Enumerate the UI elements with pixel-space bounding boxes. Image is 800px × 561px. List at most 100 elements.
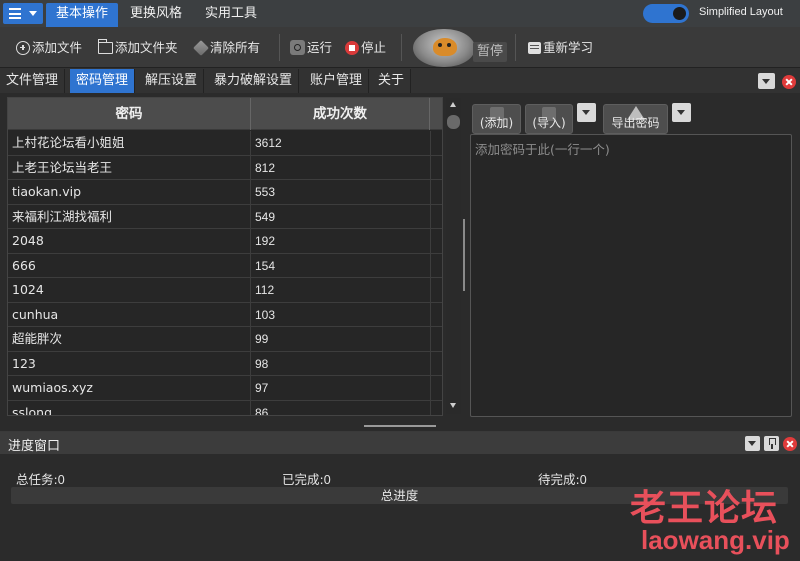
- progress-panel-title: 进度窗口: [8, 439, 61, 454]
- password-cell: 上老王论坛当老王: [12, 159, 113, 175]
- add-file-button[interactable]: 添加文件: [16, 37, 82, 58]
- stop-icon: [345, 40, 359, 55]
- book-icon: [528, 41, 541, 54]
- password-cell: sslong: [12, 404, 53, 416]
- password-cell: 超能胖次: [12, 331, 63, 346]
- menu-tab-style[interactable]: 更换风格: [120, 3, 192, 27]
- stop-label: 停止: [361, 40, 387, 55]
- password-cell: 123: [12, 355, 36, 371]
- import-button[interactable]: (导入): [525, 104, 573, 134]
- table-row[interactable]: 2048 192: [8, 229, 442, 254]
- hamster-mascot-icon: [413, 29, 475, 67]
- table-row[interactable]: 123 98: [8, 351, 442, 376]
- splitter-grip[interactable]: [364, 425, 436, 427]
- table-row[interactable]: 1024 112: [8, 278, 442, 303]
- success-count-cell: 3612: [255, 136, 282, 150]
- clear-all-button[interactable]: 清除所有: [193, 37, 261, 58]
- table-row[interactable]: wumiaos.xyz 97: [8, 376, 442, 401]
- pending-label: 待完成:: [538, 472, 580, 487]
- pending-stat: 待完成:0: [538, 469, 587, 488]
- export-password-button[interactable]: 导出密码: [603, 104, 668, 134]
- pause-button[interactable]: 暂停: [413, 29, 507, 67]
- success-count-cell: 154: [255, 258, 276, 273]
- relearn-button[interactable]: 重新学习: [528, 37, 593, 58]
- horizontal-splitter[interactable]: [0, 421, 800, 431]
- scroll-down-icon[interactable]: [450, 403, 456, 408]
- tab-account-management[interactable]: 账户管理: [304, 69, 370, 93]
- success-count-cell: 99: [255, 332, 269, 346]
- simplified-layout-toggle[interactable]: [643, 4, 689, 23]
- add-circle-icon: [16, 40, 30, 55]
- password-cell: 1024: [12, 282, 44, 297]
- add-folder-label: 添加文件夹: [115, 40, 178, 55]
- add-password-label: (添加): [479, 116, 514, 130]
- success-count-cell: 192: [255, 234, 276, 248]
- run-label: 运行: [307, 40, 333, 55]
- password-cell: tiaokan.vip: [12, 184, 82, 199]
- menu-tab-tools[interactable]: 实用工具: [195, 3, 267, 27]
- pending-value: 0: [579, 473, 587, 487]
- add-folder-button[interactable]: 添加文件夹: [98, 37, 178, 58]
- table-row[interactable]: tiaokan.vip 553: [8, 180, 442, 205]
- add-password-button[interactable]: (添加): [472, 104, 521, 134]
- simplified-layout-label: Simplified Layout: [699, 6, 783, 18]
- import-label: (导入): [532, 116, 566, 130]
- run-button[interactable]: 运行: [290, 37, 332, 58]
- menu-tab-basic[interactable]: 基本操作: [46, 3, 119, 27]
- scroll-up-icon[interactable]: [450, 102, 456, 107]
- tab-about[interactable]: 关于: [372, 69, 412, 93]
- tab-extract-settings[interactable]: 解压设置: [139, 69, 205, 93]
- chevron-down-icon: [29, 11, 37, 16]
- completed-value: 0: [323, 473, 331, 487]
- panel-close-icon[interactable]: [783, 437, 797, 451]
- tab-brute-force-settings[interactable]: 暴力破解设置: [208, 69, 300, 93]
- relearn-label: 重新学习: [543, 40, 594, 55]
- password-management-panel: 密码 成功次数 上村花论坛看小姐姐 3612 上老王论坛当老王 812 tiaokan.…: [0, 93, 800, 421]
- add-file-label: 添加文件: [32, 40, 83, 55]
- tab-file-management[interactable]: 文件管理: [0, 69, 66, 93]
- table-row[interactable]: 上村花论坛看小姐姐 3612: [8, 131, 442, 156]
- column-header-success-count[interactable]: 成功次数: [251, 98, 430, 130]
- password-cell: 666: [12, 257, 36, 273]
- table-row[interactable]: 上老王论坛当老王 812: [8, 155, 442, 180]
- clear-all-label: 清除所有: [210, 40, 261, 55]
- pin-icon[interactable]: [764, 436, 779, 451]
- total-tasks-value: 0: [57, 473, 65, 487]
- success-count-cell: 103: [255, 307, 276, 322]
- toolbar-divider: [279, 34, 280, 61]
- table-row[interactable]: cunhua 103: [8, 302, 442, 327]
- table-header: 密码 成功次数: [8, 98, 442, 130]
- tab-password-management[interactable]: 密码管理: [70, 69, 136, 93]
- password-input-placeholder: 添加密码于此(一行一个): [475, 142, 610, 157]
- app-menu-button[interactable]: [3, 3, 43, 24]
- table-row[interactable]: 666 154: [8, 253, 442, 278]
- password-cell: 2048: [12, 233, 44, 248]
- vertical-splitter[interactable]: [463, 219, 465, 291]
- success-count-cell: 812: [255, 160, 276, 175]
- export-dropdown-icon[interactable]: [672, 103, 691, 122]
- panel-dropdown-icon[interactable]: [745, 436, 760, 451]
- table-row[interactable]: 超能胖次 99: [8, 327, 442, 352]
- password-cell: cunhua: [12, 306, 59, 322]
- stop-button[interactable]: 停止: [345, 37, 386, 58]
- password-input-area[interactable]: 添加密码于此(一行一个): [470, 134, 792, 417]
- pause-label: 暂停: [473, 42, 507, 62]
- column-header-password[interactable]: 密码: [8, 98, 251, 130]
- success-count-cell: 112: [255, 283, 275, 297]
- password-cell: 来福利江湖找福利: [12, 208, 113, 224]
- completed-stat: 已完成:0: [282, 469, 331, 488]
- table-scrollbar[interactable]: [446, 98, 461, 414]
- main-tabs: 文件管理 密码管理 解压设置 暴力破解设置 账户管理 关于: [0, 68, 800, 93]
- export-password-label: 导出密码: [611, 116, 660, 130]
- scrollbar-thumb[interactable]: [447, 115, 460, 129]
- table-row[interactable]: 来福利江湖找福利 549: [8, 204, 442, 229]
- table-row[interactable]: sslong 86: [8, 400, 442, 416]
- close-icon[interactable]: [782, 75, 796, 89]
- total-tasks-stat: 总任务:0: [16, 469, 65, 488]
- toolbar-divider: [401, 34, 402, 61]
- import-dropdown-icon[interactable]: [577, 103, 596, 122]
- tab-list-dropdown-icon[interactable]: [758, 73, 775, 89]
- password-table: 密码 成功次数 上村花论坛看小姐姐 3612 上老王论坛当老王 812 tiaokan.…: [7, 97, 443, 416]
- total-tasks-label: 总任务:: [16, 472, 58, 487]
- folder-icon: [98, 38, 113, 54]
